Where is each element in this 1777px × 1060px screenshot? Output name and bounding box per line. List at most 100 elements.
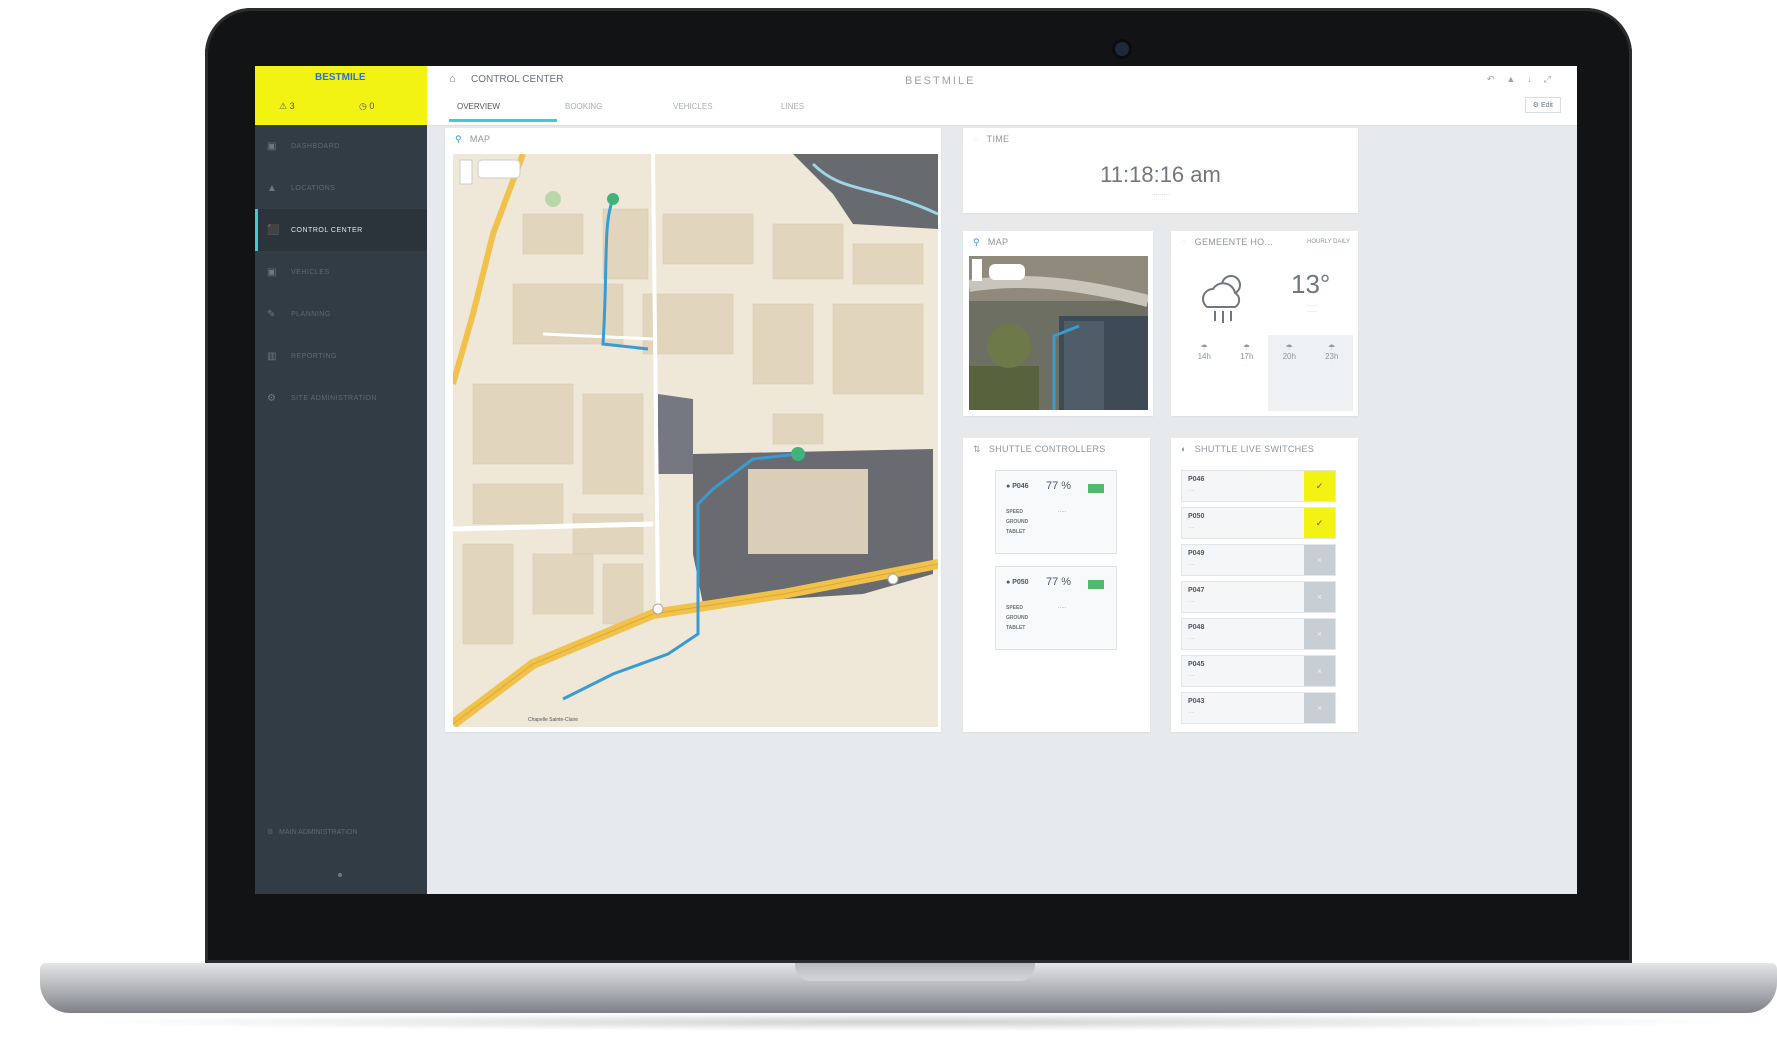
shuttle-controllers-card: ⇅ SHUTTLE CONTROLLERS ● P046 77 % SPEED G… [963,438,1150,732]
sidebar-item-site-administration[interactable]: ⚙ SITE ADMINISTRATION [255,377,427,419]
tab-lines[interactable]: LINES [773,96,881,122]
shuttle-subtitle: ···· [1188,525,1195,531]
switch-off-button[interactable]: × [1304,582,1335,612]
chart-icon: ▥ [267,351,277,362]
pin-icon: ⚲ [455,134,462,144]
time-card: ◌ TIME 11:18:16 am ········· [963,128,1358,213]
shuttle-switch: P050 ···· ✓ [1181,507,1336,539]
brand-logo: BESTMILE [315,72,366,83]
switch-off-button[interactable]: × [1304,619,1335,649]
window-controls[interactable]: ↶▲↓⤢ [1487,74,1563,85]
rain-cloud-icon: ☂ [1200,343,1208,352]
top-bar: ⌂ CONTROL CENTER BESTMILE ↶▲↓⤢ OVERVIEW … [427,66,1577,126]
shuttle-subtitle: ···· [1188,710,1195,716]
sidebar-item-label: DASHBOARD [291,142,340,150]
forecast-hour: ☂ 23h · [1310,335,1353,411]
brand-wordmark: BESTMILE [905,75,976,87]
car-icon: ⬛ [267,225,280,236]
shuttle-switch: P049 ···· × [1181,544,1336,576]
shuttle-id: P047 [1188,587,1205,594]
row-label: SPEED [1006,605,1023,611]
sidebar-item-label: PLANNING [291,310,331,318]
tab-booking[interactable]: BOOKING [557,96,665,122]
shuttle-switch: P045 ···· × [1181,655,1336,687]
speed-value: ····· [1058,509,1067,515]
forecast-hour: ☂ 14h · [1197,343,1211,369]
shuttle-subtitle: ···· [1188,599,1195,605]
weather-mode-tabs[interactable]: HOURLY DAILY [1307,239,1350,245]
weather-card: ◌ GEMEENTE HO... HOURLY DAILY 13° ······ ·… [1171,231,1358,416]
time-card-title: ◌ TIME [973,134,1010,144]
switch-on-button[interactable]: ✓ [1304,508,1335,538]
shuttle-id: P045 [1188,661,1205,668]
rain-cloud-icon [1197,269,1257,334]
sidebar-item-reporting[interactable]: ▥ REPORTING [255,335,427,377]
rain-cloud-icon: ☂ [1285,343,1293,352]
shuttle-id: P048 [1188,624,1205,631]
switch-on-button[interactable]: ✓ [1304,471,1335,501]
sidebar-item-label: REPORTING [291,352,337,360]
tab-overview[interactable]: OVERVIEW [449,96,557,122]
page-title: CONTROL CENTER [471,74,564,85]
shuttle-switches-title: ◐ SHUTTLE LIVE SWITCHES [1181,444,1315,454]
weather-description: ······ ····· [1306,303,1318,315]
speed-value: ····· [1058,605,1067,611]
collapse-dot[interactable] [338,873,342,877]
sidebar-item-locations[interactable]: ▲ LOCATIONS [255,167,427,209]
shuttle-switch: P047 ···· × [1181,581,1336,613]
webcam [1115,42,1129,56]
map-view[interactable]: Chapelle Sainte-Claire [453,154,938,727]
clock-icon: ◌ [973,134,979,144]
shuttle-id: ● P050 [1006,579,1029,586]
map-card: ⚲ MAP Chapelle Sainte-Claire [445,128,941,732]
shuttle-subtitle: ···· [1188,488,1195,494]
pin-icon: ⚲ [973,237,980,247]
row-label: TABLET [1006,529,1026,535]
settings-icon: ⚙ [267,393,277,404]
laptop-shadow [70,1013,1750,1031]
home-icon[interactable]: ⌂ [449,73,456,85]
sidebar-item-label: SITE ADMINISTRATION [291,394,377,402]
sidebar-item-dashboard[interactable]: ▣ DASHBOARD [255,125,427,167]
time-value: 11:18:16 am [1100,162,1221,187]
satellite-view[interactable] [969,256,1148,410]
street-label: Chapelle Sainte-Claire [528,717,579,723]
sidebar-item-main-administration[interactable]: ⚙ MAIN ADMINISTRATION [267,828,358,836]
weather-card-title: ◌ GEMEENTE HO... [1181,237,1273,247]
sliders-icon: ⇅ [973,444,981,454]
sidebar-item-planning[interactable]: ✎ PLANNING [255,293,427,335]
edit-button[interactable]: ⚙ Edit [1524,97,1561,113]
forecast-hour: ☂ 17h · [1240,343,1254,369]
forecast-hour: ☂ 20h · [1268,335,1311,411]
switch-off-button[interactable]: × [1304,693,1335,723]
shuttle-id: P049 [1188,550,1205,557]
dashboard-icon: ▣ [267,141,277,152]
sidebar-header: BESTMILE ⚠ 3 ◷ 0 [255,66,427,125]
location-icon: ▲ [267,183,278,194]
app-screen: BESTMILE ⚠ 3 ◷ 0 ▣ DASHBOARD ▲ LOCATIONS ⬛… [255,66,1577,894]
toggle-icon: ◐ [1181,444,1187,454]
pencil-icon: ✎ [267,309,276,320]
row-label: SPEED [1006,509,1023,515]
battery-percent: 77 % [1046,480,1072,492]
switch-off-button[interactable]: × [1304,656,1335,686]
sidebar-item-label: VEHICLES [291,268,330,276]
shuttle-controller[interactable]: ● P046 77 % SPEED GROUND TABLET ····· [995,470,1117,554]
shuttle-switch: P043 ···· × [1181,692,1336,724]
battery-icon [1088,580,1104,589]
shuttle-switch: P046 ···· ✓ [1181,470,1336,502]
minimap-card: ⚲ MAP [963,231,1153,416]
tab-vehicles[interactable]: VEHICLES [665,96,773,122]
time-date: ········· [1151,192,1170,198]
shuttle-id: P050 [1188,513,1205,520]
map-card-title: ⚲ MAP [455,134,491,144]
switch-off-button[interactable]: × [1304,545,1335,575]
map-graphic [453,154,938,727]
sidebar-item-vehicles[interactable]: ▣ VEHICLES [255,251,427,293]
laptop-notch [795,963,1035,981]
shuttle-controller[interactable]: ● P050 77 % SPEED GROUND TABLET ····· [995,566,1117,650]
shuttle-live-switches-card: ◐ SHUTTLE LIVE SWITCHES P046 ···· ✓ P050 ····… [1171,438,1358,732]
vehicle-icon: ▣ [267,267,277,278]
shuttle-subtitle: ···· [1188,636,1195,642]
sidebar-item-control-center[interactable]: ⬛ CONTROL CENTER [255,209,427,251]
